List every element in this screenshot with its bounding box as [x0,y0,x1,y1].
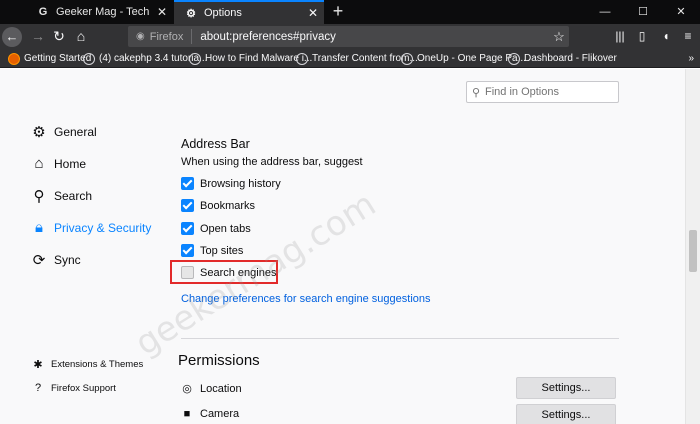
sidebar-item-label: Search [54,189,93,203]
bookmark-getting-started[interactable]: Getting Started [8,49,91,68]
checkbox-label: Top sites [200,244,244,257]
bookmark-star-icon[interactable]: ☆ [549,29,569,45]
highlight-annotation [170,260,278,284]
sidebar-item-label: General [54,125,97,139]
sidebar-item-firefox-support[interactable]: ? Firefox Support [32,382,116,394]
camera-icon: ■ [183,408,191,420]
firefox-icon: ◉ [136,31,145,42]
puzzle-icon: ✱ [33,359,43,371]
checkbox-bookmarks[interactable]: Bookmarks [181,199,255,212]
checkbox-label: Browsing history [200,177,281,190]
globe-icon [401,52,413,65]
bookmark-find-malware[interactable]: How to Find Malware i... [189,49,312,68]
library-icon[interactable]: ||| [610,26,630,47]
sidebar-item-search[interactable]: ⚲ Search [30,187,93,205]
search-icon: ⚲ [33,188,45,205]
checkbox-label: Bookmarks [200,199,256,212]
sync-icon: ⟳ [32,252,46,269]
home-button[interactable]: ⌂ [70,26,92,47]
bookmark-label: Getting Started [24,53,92,64]
permission-camera: ■ Camera [181,408,239,420]
tab-geeker-mag[interactable]: G Geeker Mag - Tech News and Ti ✕ [26,0,173,24]
bookmark-transfer-content[interactable]: Transfer Content from... [296,49,418,68]
bookmark-dashboard-flikover[interactable]: Dashboard - Flikover [508,49,617,68]
bookmark-label: Dashboard - Flikover [524,53,617,64]
checkbox-checked-icon[interactable] [181,222,194,235]
address-bar-description: When using the address bar, suggest [181,156,363,168]
forward-button[interactable]: → [27,26,49,47]
find-in-options-field[interactable]: ⚲ Find in Options [466,81,619,103]
identity-box[interactable]: ◉ Firefox [128,29,193,44]
permission-label: Camera [200,408,240,420]
sidebar-item-privacy-security[interactable]: 🔒︎ Privacy & Security [30,219,151,236]
navigation-toolbar: ← → ↻ ⌂ ◉ Firefox about:preferences#priv… [0,24,700,49]
page-scrollbar[interactable] [685,69,700,424]
permissions-heading: Permissions [178,352,260,369]
checkbox-browsing-history[interactable]: Browsing history [181,177,281,190]
section-divider [181,338,619,339]
back-button[interactable]: ← [2,27,22,47]
search-suggestions-link[interactable]: Change preferences for search engine sug… [181,293,431,305]
gear-icon: ⚙ [32,124,46,141]
home-icon: ⌂ [34,155,44,172]
checkbox-label: Open tabs [200,222,251,235]
identity-label: Firefox [149,30,184,43]
tab-title: Geeker Mag - Tech News and Ti [56,6,153,18]
pocket-icon[interactable]: ◖ [656,26,676,47]
sidebar-item-label: Privacy & Security [54,220,152,235]
address-bar[interactable]: ◉ Firefox about:preferences#privacy ☆ [128,26,569,47]
reload-button[interactable]: ↻ [48,26,70,47]
sidebar-item-sync[interactable]: ⟳ Sync [30,251,81,269]
search-icon: ⚲ [471,86,481,99]
scrollbar-thumb[interactable] [689,230,697,272]
permission-location: ◎ Location [181,382,242,396]
close-window-button[interactable]: ✕ [662,0,700,24]
close-icon[interactable]: ✕ [304,6,322,20]
globe-icon [296,52,308,65]
globe-icon [189,52,201,65]
firefox-icon [8,52,20,65]
sidebar-item-general[interactable]: ⚙ General [30,123,97,141]
globe-icon [508,52,520,65]
sidebar-item-label: Extensions & Themes [51,359,144,370]
location-settings-button[interactable]: Settings... [516,377,616,399]
sidebar-item-label: Sync [54,253,81,267]
sidebar-icon[interactable]: ▯ [632,26,652,47]
maximize-button[interactable]: ☐ [624,0,662,24]
close-icon[interactable]: ✕ [153,5,171,19]
help-icon: ? [34,382,42,394]
camera-settings-button[interactable]: Settings... [516,404,616,424]
address-bar-heading: Address Bar [181,137,250,151]
checkbox-top-sites[interactable]: Top sites [181,244,243,257]
permission-label: Location [200,382,242,395]
tab-strip: G Geeker Mag - Tech News and Ti ✕ ⚙ Opti… [0,0,700,24]
preferences-page: ⚲ Find in Options ⚙ General ⌂ Home ⚲ Sea… [0,69,685,424]
checkbox-checked-icon[interactable] [181,199,194,212]
sidebar-item-home[interactable]: ⌂ Home [30,155,86,172]
checkbox-open-tabs[interactable]: Open tabs [181,222,251,235]
checkbox-checked-icon[interactable] [181,177,194,190]
gear-icon: ⚙ [186,7,196,20]
location-icon: ◎ [182,383,192,395]
checkbox-checked-icon[interactable] [181,244,194,257]
bookmarks-toolbar: Getting Started (4) cakephp 3.4 tutoria.… [0,49,700,68]
url-text[interactable]: about:preferences#privacy [192,31,549,43]
minimize-button[interactable]: — [586,0,624,24]
new-tab-button[interactable]: + [328,0,348,24]
tab-title: Options [204,7,242,19]
site-favicon-icon: G [38,6,48,18]
bookmarks-overflow-button[interactable]: » [688,49,694,68]
sidebar-item-label: Firefox Support [51,382,116,394]
sidebar-item-extensions-themes[interactable]: ✱ Extensions & Themes [32,358,143,371]
globe-icon [83,52,95,65]
sidebar-item-label: Home [54,156,87,171]
find-placeholder: Find in Options [485,86,559,98]
tab-options[interactable]: ⚙ Options ✕ [174,0,324,24]
menu-icon[interactable]: ≡ [678,26,698,47]
lock-icon: 🔒︎ [35,219,43,236]
